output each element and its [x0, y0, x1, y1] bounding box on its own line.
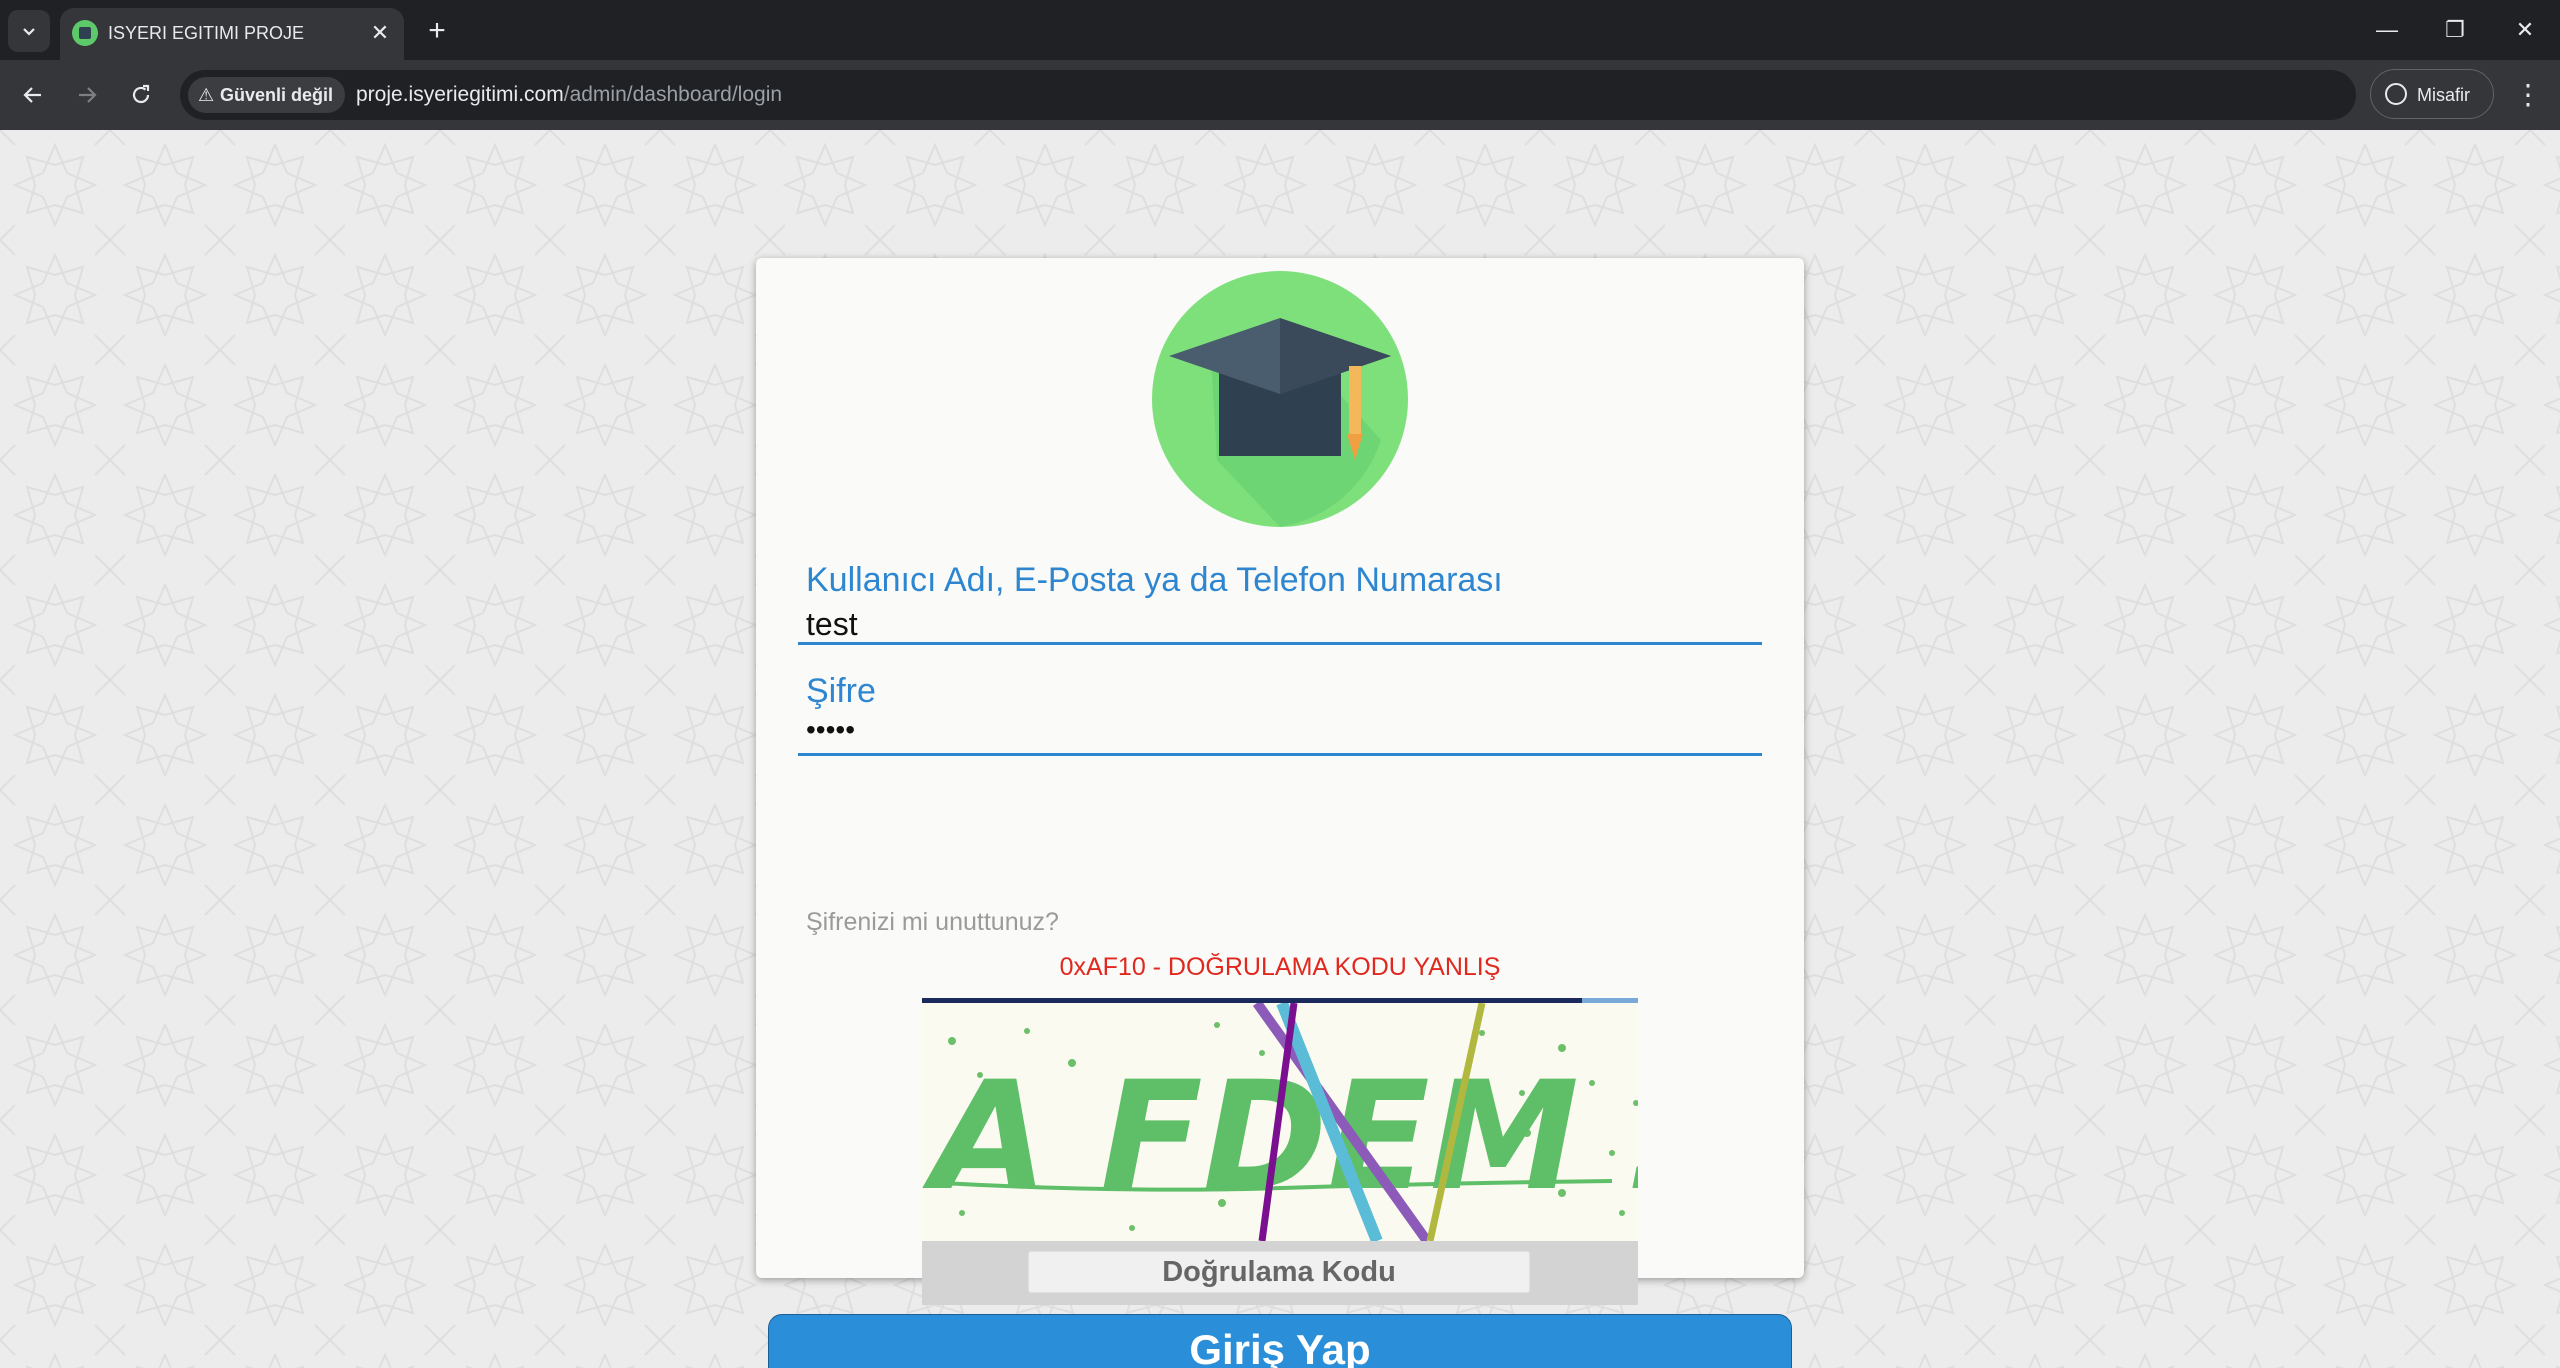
browser-toolbar: ⚠ Güvenli değil proje.isyeriegitimi.com/a…: [0, 60, 2560, 130]
graduation-cap-icon: [1152, 271, 1408, 527]
url-text[interactable]: proje.isyeriegitimi.com/admin/dashboard/…: [356, 83, 782, 107]
password-input[interactable]: •••••: [806, 714, 855, 746]
browser-tab-bar: ISYERI EGITIMI PROJE ✕ + — ❐ ✕: [0, 0, 2560, 60]
reload-icon: [132, 84, 150, 104]
profile-name: Misafir: [2417, 85, 2470, 105]
login-button[interactable]: Giriş Yap: [768, 1314, 1792, 1368]
error-message: 0xAF10 - DOĞRULAMA KODU YANLIŞ: [1059, 953, 1501, 981]
login-card: Kullanıcı Adı, E-Posta ya da Telefon Num…: [756, 258, 1804, 1368]
tab-title: ISYERI EGITIMI PROJE: [108, 23, 305, 43]
tab-close-button[interactable]: ✕: [366, 19, 394, 47]
captcha-image[interactable]: A FDEM 2: [922, 1003, 1638, 1241]
url-host: proje.isyeriegitimi.com: [356, 83, 564, 106]
reload-button[interactable]: [120, 74, 162, 116]
password-label: Şifre: [806, 672, 876, 710]
url-path: /admin/dashboard/login: [563, 83, 783, 106]
new-tab-button[interactable]: +: [420, 14, 454, 48]
username-underline: [798, 642, 1762, 645]
more-menu-icon[interactable]: ⋮: [2508, 74, 2548, 116]
password-underline: [798, 753, 1762, 756]
profile-icon: [2385, 83, 2407, 105]
tab-list-icon: [23, 28, 35, 36]
warning-icon: ⚠: [198, 85, 215, 105]
back-icon: [23, 87, 41, 103]
close-window-button[interactable]: ✕: [2500, 10, 2550, 50]
forgot-password-link[interactable]: Şifrenizi mi unuttunuz?: [806, 908, 1059, 937]
restore-button[interactable]: ❐: [2430, 10, 2480, 50]
forward-button[interactable]: [66, 74, 108, 116]
security-label: Güvenli değil: [220, 85, 334, 105]
username-input[interactable]: test: [806, 606, 858, 643]
tab-list-button[interactable]: [8, 10, 50, 52]
captcha-graphic: A FDEM 2: [922, 1003, 1638, 1241]
minimize-button[interactable]: —: [2362, 10, 2412, 50]
captcha-input-panel: [922, 1241, 1638, 1305]
forward-icon: [79, 87, 97, 103]
back-button[interactable]: [12, 74, 54, 116]
captcha-input[interactable]: [1028, 1251, 1530, 1293]
security-indicator[interactable]: ⚠ Güvenli değil: [188, 77, 346, 113]
address-bar[interactable]: ⚠ Güvenli değil proje.isyeriegitimi.com/a…: [180, 70, 2356, 120]
profile-button[interactable]: Misafir: [2370, 69, 2494, 119]
page-viewport: Kullanıcı Adı, E-Posta ya da Telefon Num…: [0, 130, 2560, 1368]
captcha-text: A FDEM 2: [922, 1050, 1638, 1224]
favicon-icon: [72, 20, 98, 46]
active-tab[interactable]: ISYERI EGITIMI PROJE ✕: [60, 8, 404, 60]
username-label: Kullanıcı Adı, E-Posta ya da Telefon Num…: [806, 561, 1503, 599]
